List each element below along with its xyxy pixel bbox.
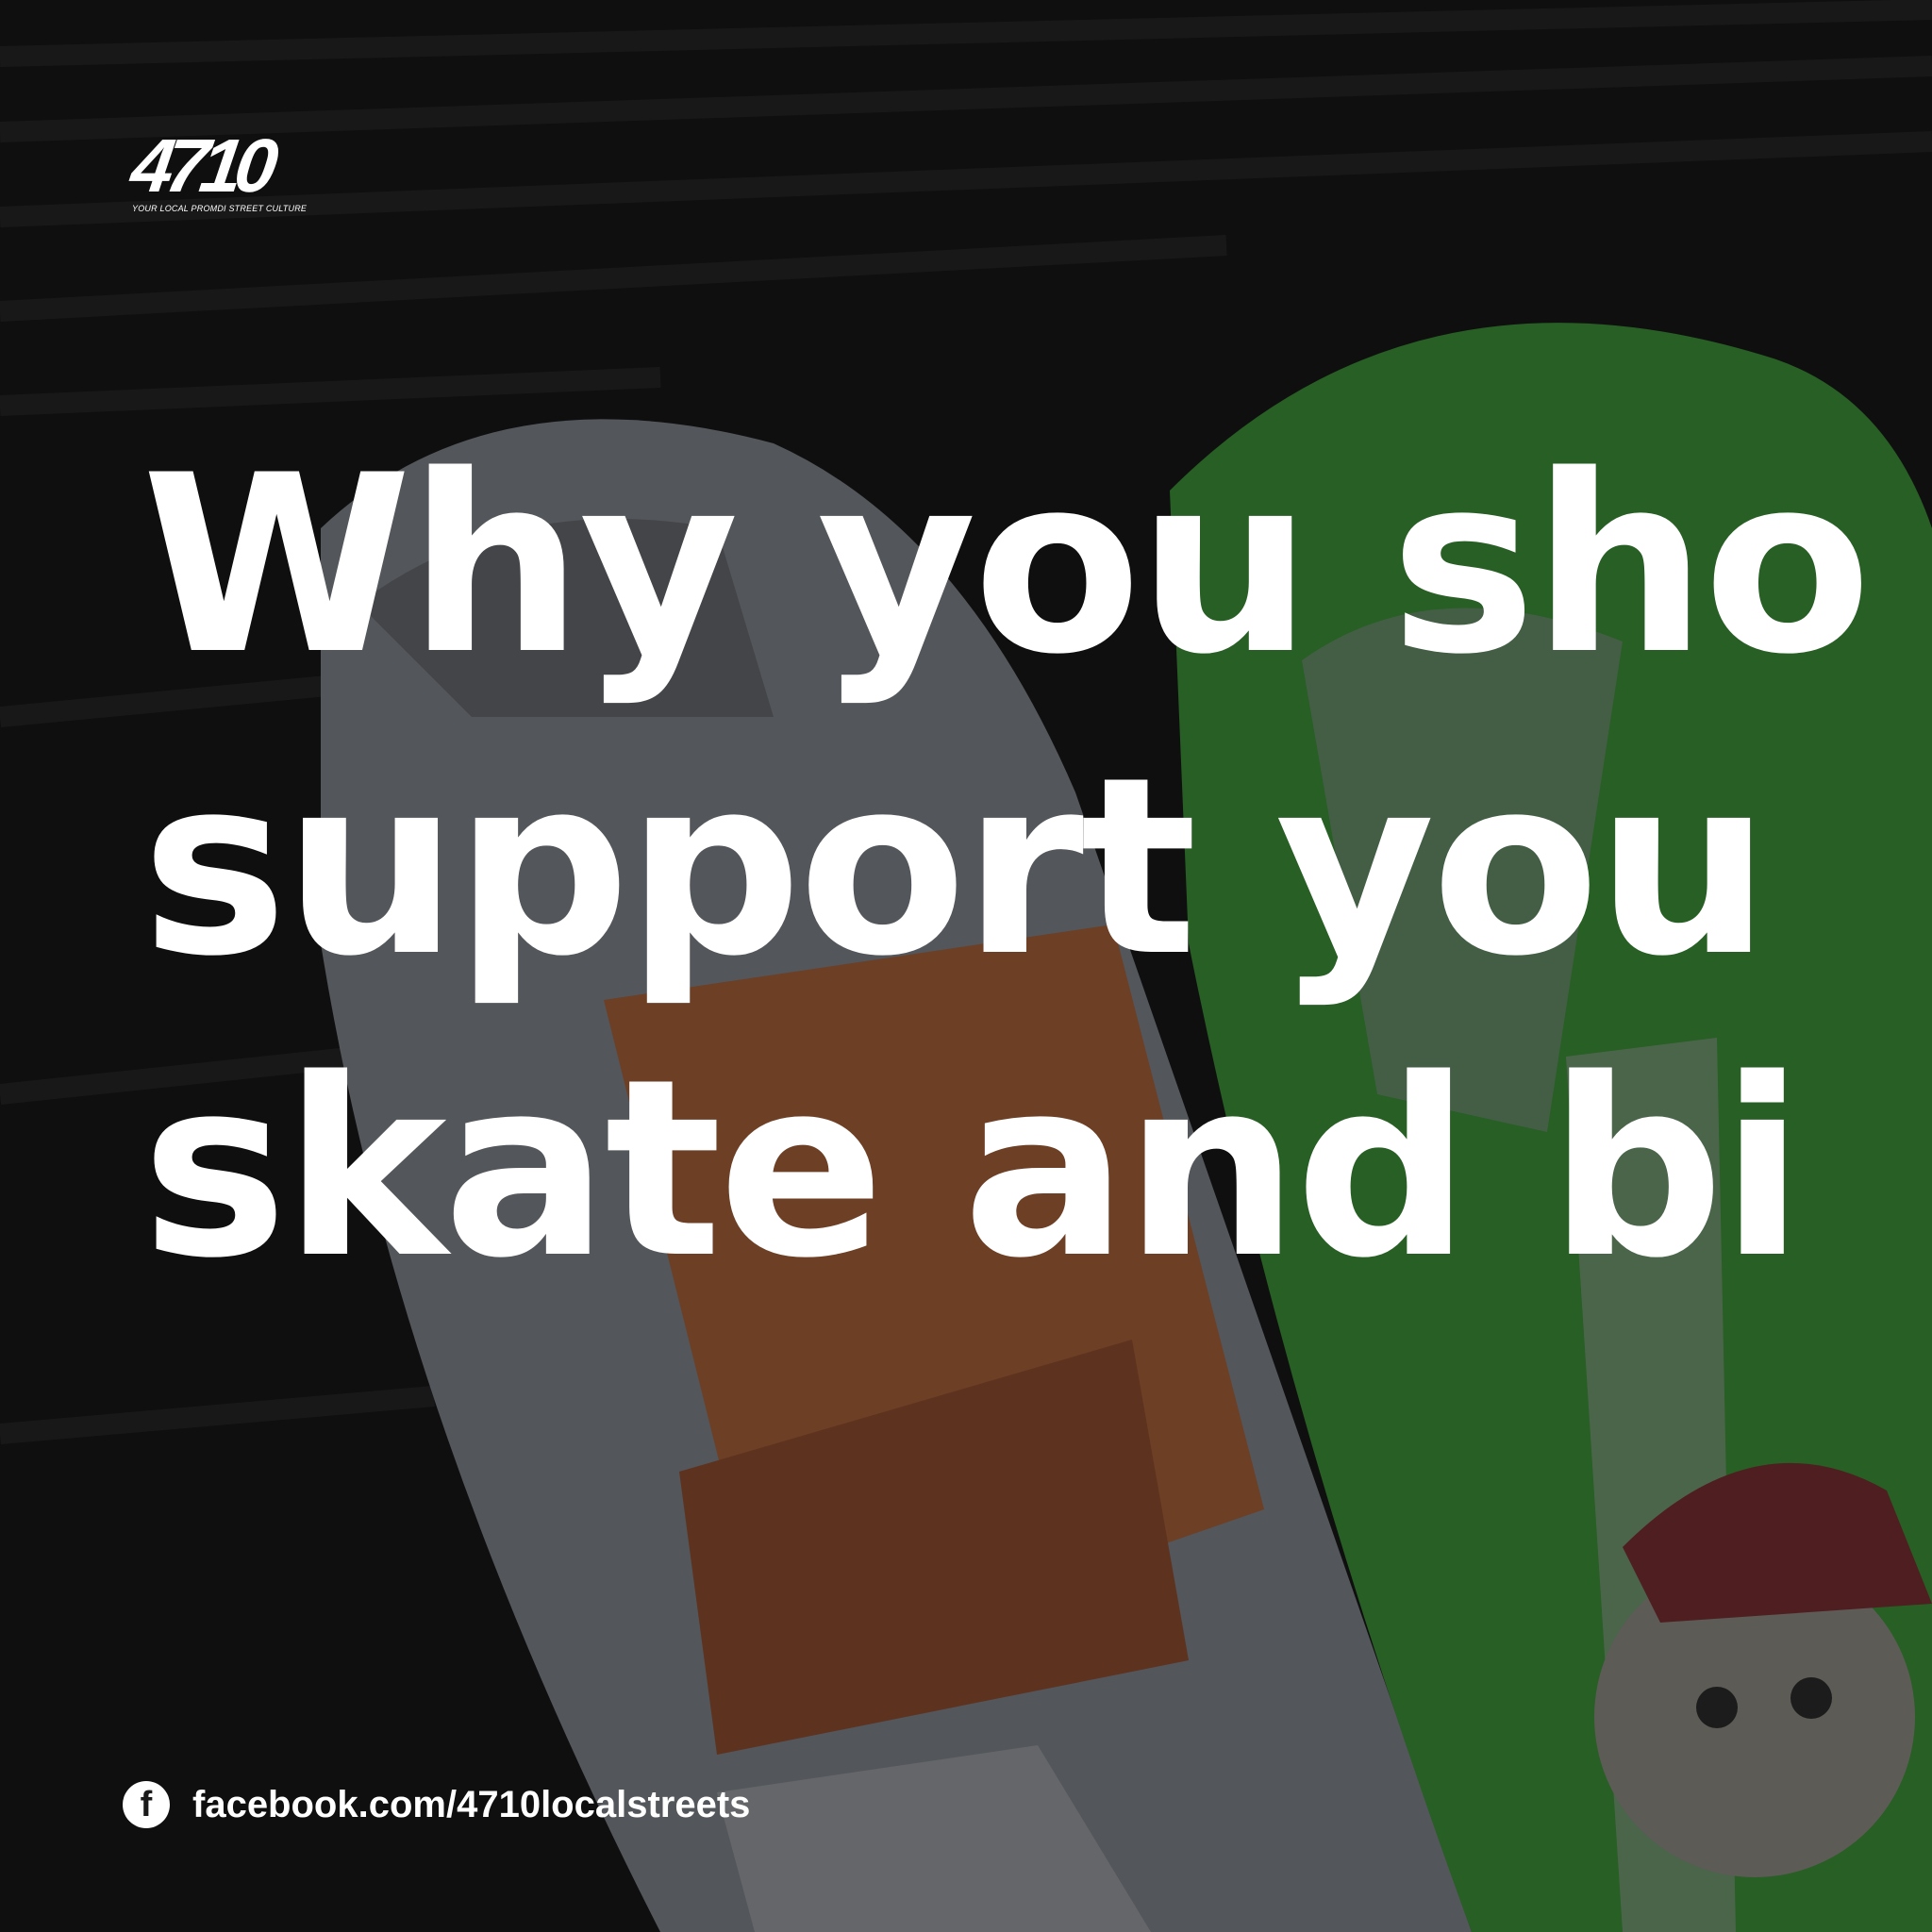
facebook-url[interactable]: facebook.com/4710localstreets (192, 1784, 750, 1826)
social-link[interactable]: f facebook.com/4710localstreets (123, 1779, 750, 1830)
logo-number: 4710 (125, 124, 276, 208)
facebook-icon: f (123, 1781, 170, 1828)
headline-line-3: skate and bi (142, 1027, 1805, 1312)
headline-line-1: Why you sho (142, 424, 1872, 708)
headline: Why you sho support you skate and bi (142, 415, 1932, 1321)
headline-line-2: support you (142, 725, 1771, 1010)
brand-logo: 4710 YOUR LOCAL PROMDI STREET CULTURE (126, 124, 349, 213)
